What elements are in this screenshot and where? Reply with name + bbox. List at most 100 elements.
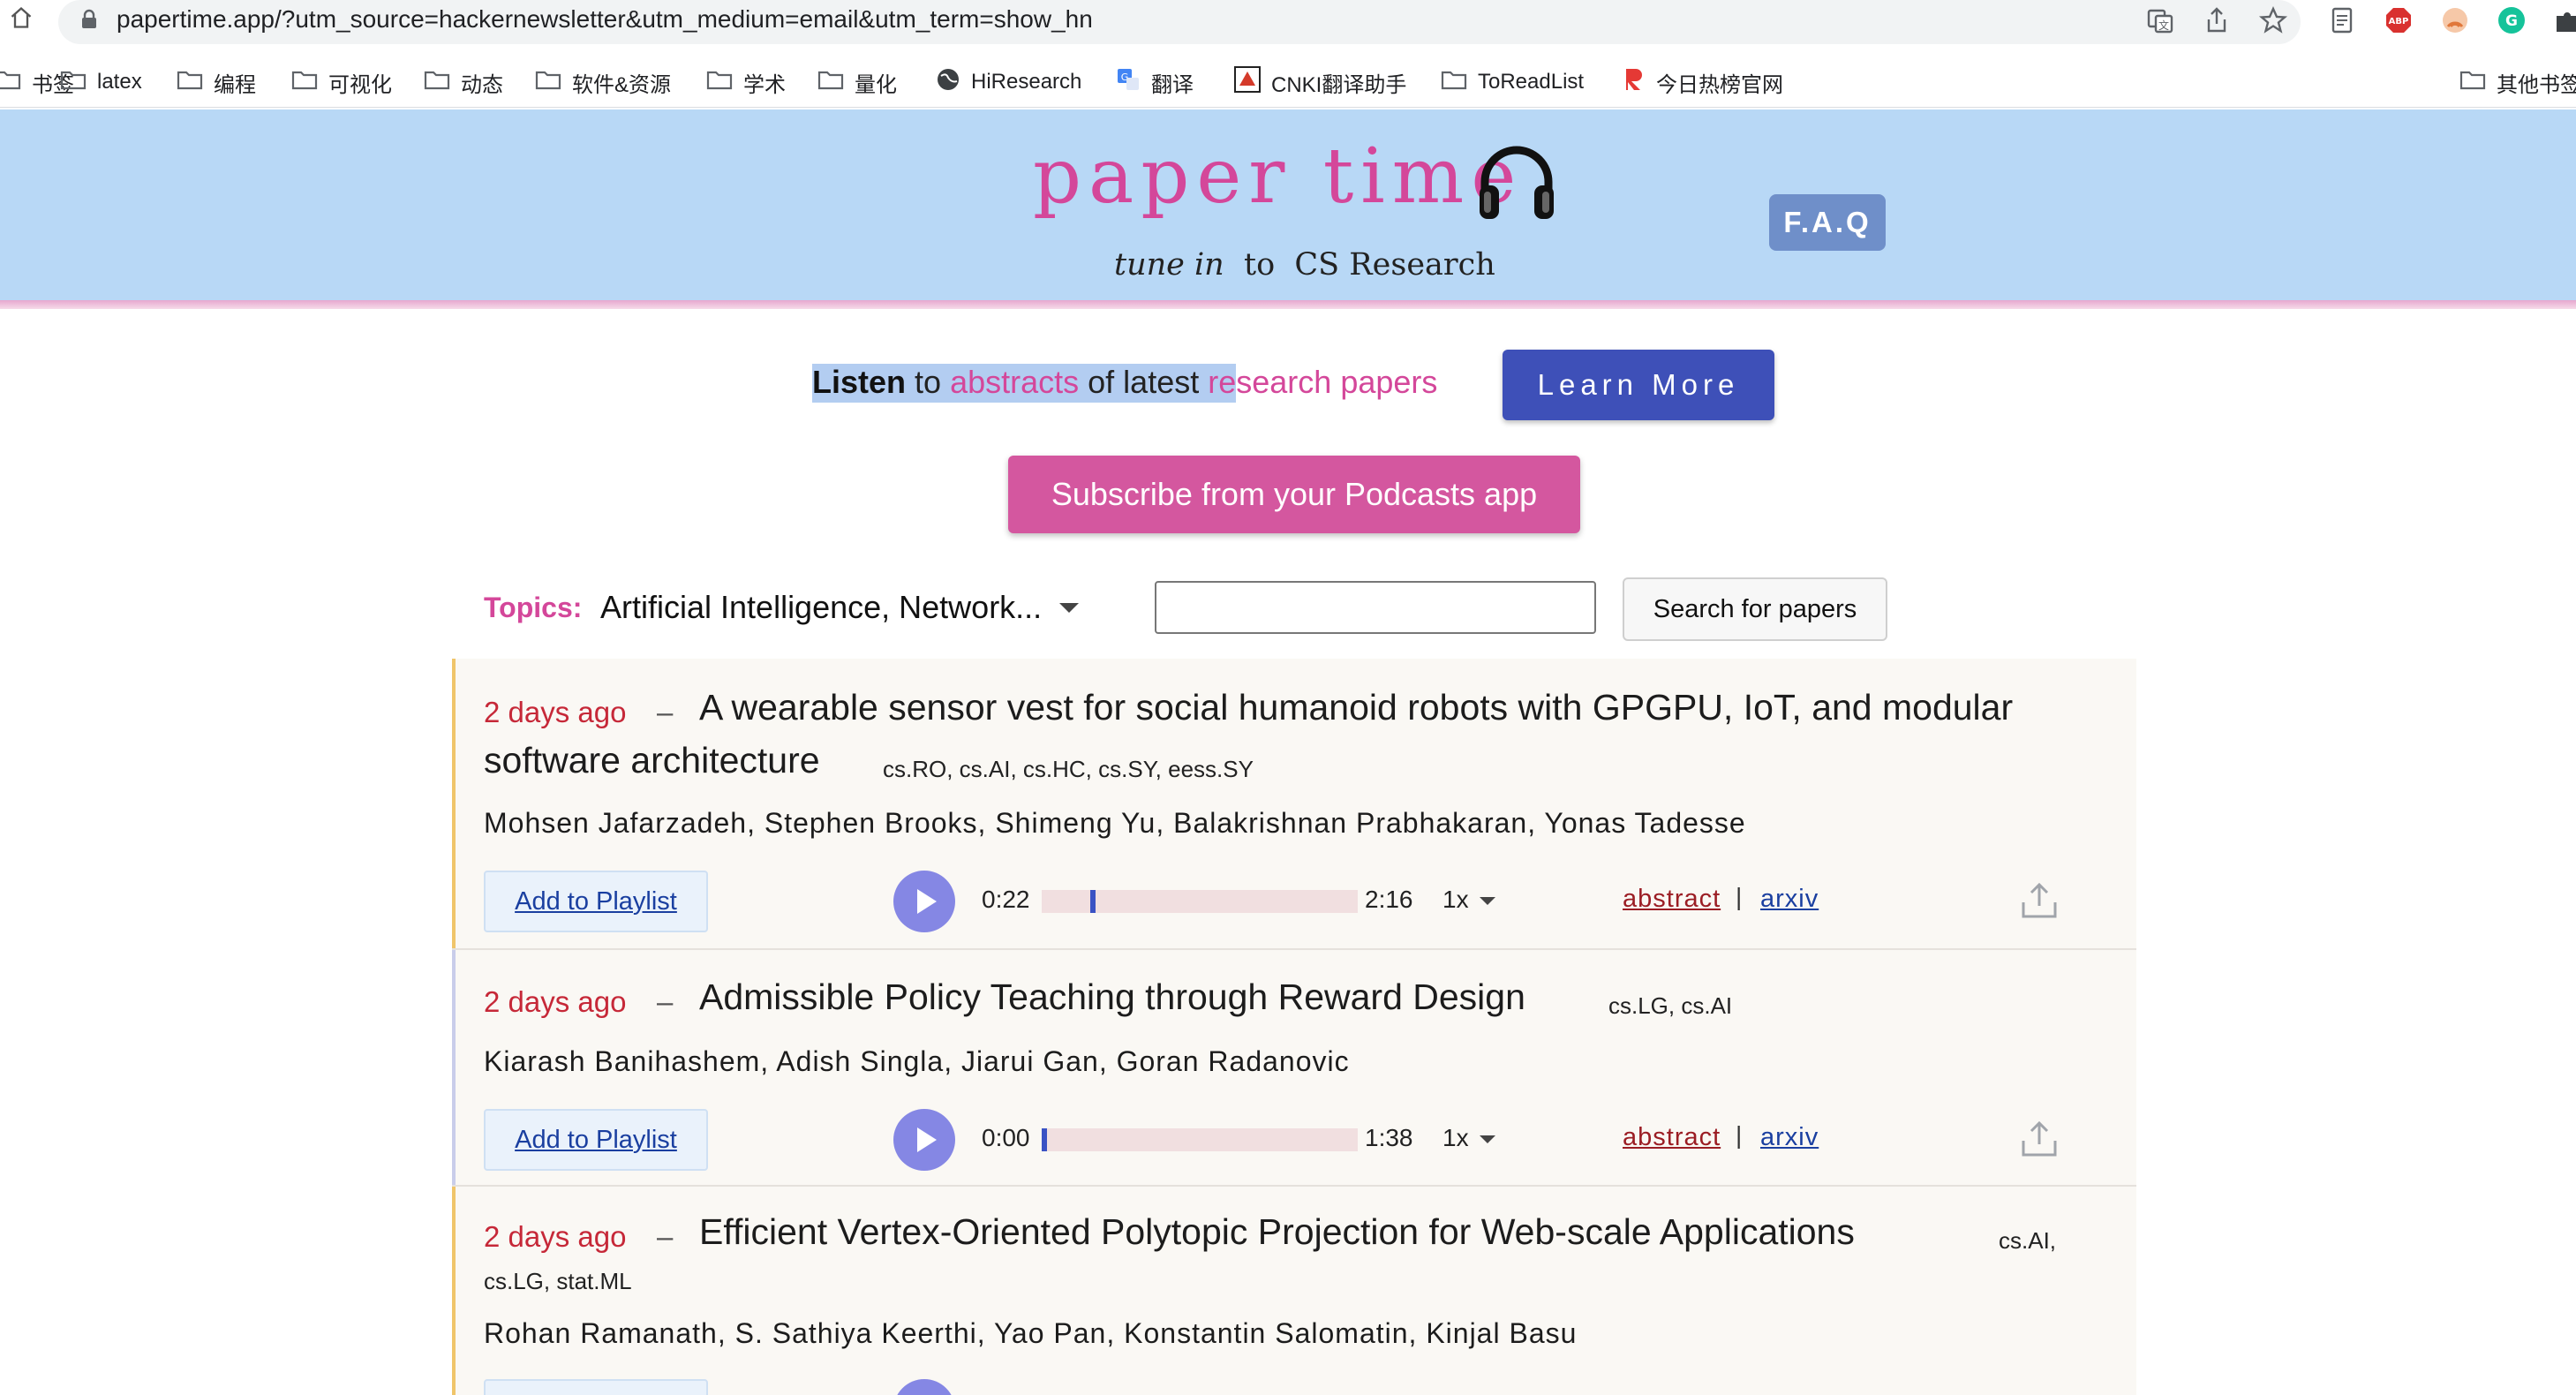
play-button[interactable] [893,871,955,932]
paper-categories: cs.LG, cs.AI [1608,992,1733,1019]
site-logo[interactable]: paper time [1033,132,1523,221]
play-button[interactable] [893,1379,955,1395]
folder-icon [2459,69,2486,96]
speed-select[interactable]: 1x [1442,1124,1469,1152]
tagline-subject: CS Research [1294,247,1495,283]
bookmark-item[interactable]: 软件&资源 [535,67,671,97]
search-papers-button[interactable]: Search for papers [1623,577,1887,641]
duration: 1:38 [1365,1124,1413,1151]
paper-title: Efficient Vertex-Oriented Polytopic Proj… [699,1211,1855,1252]
paper-title: A wearable sensor vest for social humano… [699,687,2014,728]
bookmarks-bar: 书签 latex 编程 可视化 动态 软件&资源 学术 量化 HiResearch G 翻译 CNKI… [0,58,2576,108]
translate-icon: G [1116,67,1141,98]
bookmark-item[interactable]: 动态 [424,67,503,97]
bookmark-item[interactable]: HiResearch [936,67,1081,97]
paper-authors: Mohsen Jafarzadeh, Stephen Brooks, Shime… [484,807,1746,839]
bookmark-item[interactable]: 其他书签 [2459,67,2576,97]
subscribe-podcasts-button[interactable]: Subscribe from your Podcasts app [1008,456,1580,533]
folder-icon [0,69,21,96]
bookmark-item[interactable]: 今日热榜官网 [1623,67,1783,97]
bookmark-item[interactable]: CNKI翻译助手 [1234,65,1407,97]
svg-text:G: G [2505,12,2518,30]
hero-to: to [915,364,942,400]
grammarly-icon[interactable]: G [2497,5,2527,35]
browser-toolbar: papertime.app/?utm_source=hackernewslett… [0,0,2576,44]
hero-of-latest: of latest [1088,364,1200,400]
speed-select[interactable]: 1x [1442,886,1469,914]
paper-categories: cs.AI, [1999,1227,2057,1254]
svg-text:文: 文 [2158,19,2169,32]
topics-dropdown[interactable]: Artificial Intelligence, Network... [600,584,1095,630]
paper-categories-continued: cs.LG, stat.ML [484,1268,632,1294]
paper-title-continued: software architecture [484,740,820,780]
translate-page-icon[interactable]: 文 [2145,5,2175,35]
bookmark-label: 编程 [214,72,256,97]
bookmark-star-icon[interactable] [2258,5,2288,35]
headphones-icon [1480,146,1554,219]
link-separator: | [1736,883,1743,910]
play-button[interactable] [893,1109,955,1171]
bookmark-item[interactable]: latex [60,67,142,97]
paper-age: 2 days ago [484,1220,627,1253]
arxiv-link[interactable]: arxiv [1760,885,1819,914]
header-divider [0,300,2576,309]
separator-dash: – [657,1220,674,1253]
chevron-down-icon[interactable] [1480,1135,1495,1143]
r-logo-icon [1623,67,1646,98]
hero-research-papers: research papers [1208,364,1438,400]
card-accent [452,659,456,948]
faq-button[interactable]: F.A.Q [1769,194,1886,251]
learn-more-button[interactable]: Learn More [1503,350,1774,420]
progress-knob[interactable] [1042,1128,1047,1151]
add-to-playlist-button[interactable] [484,1379,708,1395]
current-time: 0:22 [982,886,1030,913]
url-text[interactable]: papertime.app/?utm_source=hackernewslett… [117,5,1093,34]
bookmark-label: 其他书签 [2497,72,2576,97]
arxiv-link[interactable]: arxiv [1760,1123,1819,1152]
tagline: tune in to CS Research [1114,247,1495,283]
reader-extension-icon[interactable] [2327,5,2357,35]
bookmark-label: latex [97,70,142,94]
lock-icon[interactable] [79,9,99,30]
share-icon[interactable] [2020,1120,2059,1158]
paper-card: 2 days ago – Admissible Policy Teaching … [452,950,2136,1187]
paper-card: 2 days ago – Efficient Vertex-Oriented P… [452,1187,2136,1395]
topics-label: Topics: [484,592,583,623]
rss-extension-icon[interactable] [2440,5,2470,35]
share-icon[interactable] [2202,5,2232,35]
link-separator: | [1736,1121,1743,1149]
search-input[interactable] [1155,581,1596,634]
add-to-playlist-button[interactable]: Add to Playlist [484,1109,708,1171]
chevron-down-icon[interactable] [1480,897,1495,905]
bookmark-label: HiResearch [971,70,1082,94]
bookmark-label: CNKI翻译助手 [1271,72,1407,97]
current-time: 0:00 [982,1124,1030,1151]
bookmark-label: 学术 [743,72,786,97]
folder-icon [817,69,844,96]
bookmark-item[interactable]: 编程 [177,67,256,97]
paper-authors: Kiarash Banihashem, Adish Singla, Jiarui… [484,1045,1350,1077]
progress-track[interactable] [1042,1128,1358,1151]
progress-track[interactable] [1042,890,1358,913]
progress-knob[interactable] [1090,890,1096,913]
share-icon[interactable] [2020,881,2059,920]
abstract-link[interactable]: abstract [1623,885,1721,914]
bookmark-label: 软件&资源 [572,72,672,97]
abstract-link[interactable]: abstract [1623,1123,1721,1152]
extensions-puzzle-icon[interactable] [2553,5,2576,35]
bookmark-label: ToReadList [1478,70,1585,94]
bookmark-item[interactable]: ToReadList [1441,67,1584,97]
duration: 2:16 [1365,886,1413,913]
add-to-playlist-button[interactable]: Add to Playlist [484,871,708,932]
folder-icon [177,69,203,96]
bookmark-item[interactable]: 量化 [817,67,897,97]
bookmark-item[interactable]: 学术 [706,67,786,97]
paper-card: 2 days ago – A wearable sensor vest for … [452,659,2136,950]
chevron-down-icon[interactable] [1059,603,1079,613]
bookmark-item[interactable]: 可视化 [291,67,392,97]
bookmark-label: 动态 [461,72,503,97]
bookmark-item[interactable]: G 翻译 [1116,67,1194,97]
adblock-icon[interactable]: ABP [2384,5,2414,35]
separator-dash: – [657,985,674,1018]
home-icon[interactable] [9,5,34,30]
